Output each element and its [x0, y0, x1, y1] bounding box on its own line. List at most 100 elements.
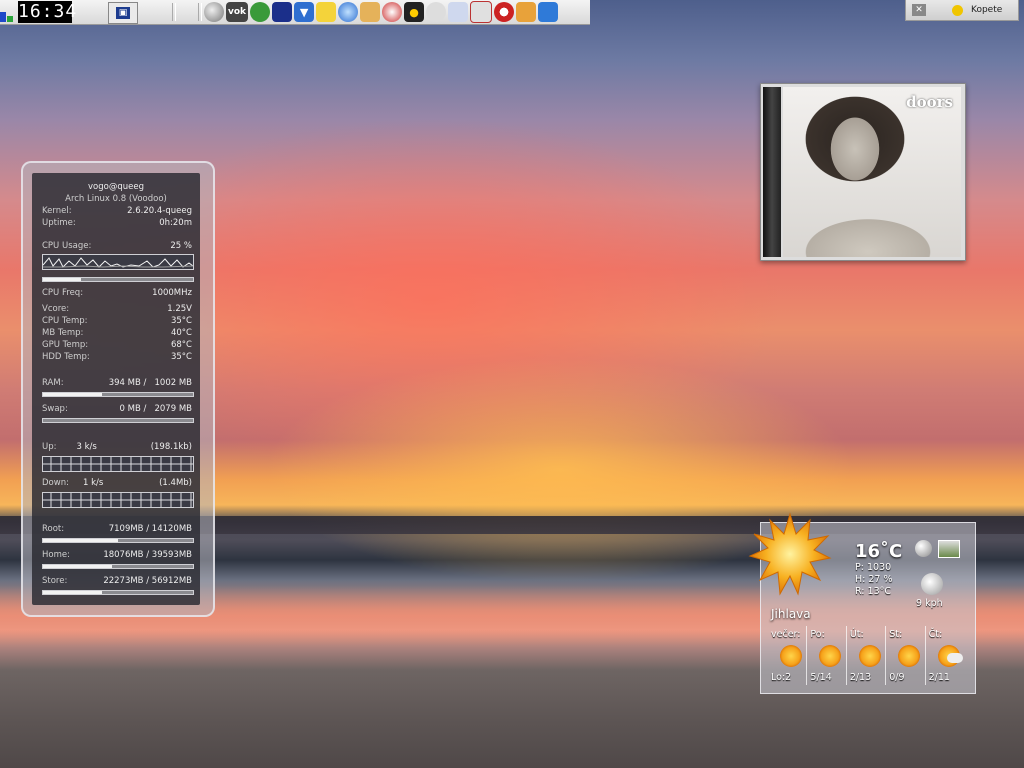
cpu-usage-bar	[42, 277, 194, 282]
chat-bubbles-icon[interactable]	[250, 2, 271, 22]
net-up-rate: 3 k/s	[76, 442, 97, 452]
mail-icon[interactable]	[448, 2, 469, 22]
speech-bubble-icon[interactable]	[426, 2, 447, 22]
moon-icon[interactable]	[204, 2, 224, 22]
kernel-label: Kernel:	[42, 206, 72, 216]
swap-value: 0 MB / 2079 MB	[119, 404, 192, 414]
forecast-day: Čt: 2/11	[924, 626, 964, 685]
forecast-temp: 2/11	[928, 672, 950, 683]
disk-row-store: Store: 22273MB / 56912MB	[42, 576, 192, 586]
linux-tux-icon[interactable]: ●	[404, 2, 425, 22]
net-up-label: Up:	[42, 442, 57, 452]
cpu-usage-fill	[43, 278, 81, 281]
ram-value: 394 MB / 1002 MB	[108, 378, 192, 388]
album-art: doors	[783, 87, 961, 257]
clock[interactable]: 16:34	[18, 1, 76, 23]
vok-icon[interactable]: vok	[226, 2, 249, 22]
vok-label: vok	[228, 7, 247, 17]
forecast-day: Út: 2/13	[845, 626, 885, 685]
task-button[interactable]: ▣	[108, 2, 138, 24]
window-icon: ▣	[116, 7, 130, 19]
disk-label: Root:	[42, 524, 65, 534]
disk-bar-store	[42, 590, 194, 595]
sensor-label: CPU Temp:	[42, 316, 88, 326]
desktop-pager[interactable]	[0, 4, 14, 22]
forecast-day-label: večer:	[771, 629, 801, 640]
net-down-total: (1.4Mb)	[159, 478, 192, 488]
kopete-applet[interactable]: ✕ Kopete	[905, 0, 1019, 21]
realfeel: R: 13°C	[855, 586, 892, 597]
system-monitor-panel: vogo@queeg Arch Linux 0.8 (Voodoo) Kerne…	[32, 173, 200, 605]
lifebuoy-icon[interactable]	[494, 2, 515, 22]
disk-value: 18076MB / 39593MB	[103, 550, 192, 560]
kopete-label: Kopete	[971, 5, 1003, 15]
sun-icon	[858, 645, 881, 667]
sensor-value: 40°C	[170, 328, 192, 338]
keys-icon[interactable]	[360, 2, 381, 22]
disk-label: Store:	[42, 576, 68, 586]
sticky-note-icon[interactable]	[316, 2, 337, 22]
coffee-mug-icon[interactable]	[272, 2, 293, 22]
download-arrow-icon[interactable]: ▼	[294, 2, 315, 22]
sensor-row: GPU Temp: 68°C	[42, 340, 192, 350]
cpu-usage-label: CPU Usage:	[42, 241, 92, 251]
city-name: Jihlava	[771, 607, 811, 621]
band-logo: doors	[906, 93, 953, 111]
forecast-temp: 2/13	[849, 672, 872, 683]
sensor-label: GPU Temp:	[42, 340, 89, 350]
kopete-status-icon	[952, 4, 963, 16]
taskbar-separator	[198, 3, 202, 21]
taskbar: 16:34 ▣ vok ▼ ●	[0, 0, 590, 25]
sensor-label: MB Temp:	[42, 328, 84, 338]
cpu-freq-label: CPU Freq:	[42, 288, 84, 298]
forecast-temp: 0/9	[889, 672, 905, 683]
sun-icon	[748, 512, 832, 596]
quick-launch: vok ▼ ●	[204, 1, 559, 23]
ram-label: RAM:	[42, 378, 64, 388]
disk-label: Home:	[42, 550, 70, 560]
sensor-value: 68°C	[170, 340, 192, 350]
kernel-row: Kernel: 2.6.20.4-queeg	[42, 206, 192, 216]
uptime-value: 0h:20m	[159, 218, 192, 228]
uptime-label: Uptime:	[42, 218, 76, 228]
disk-value: 7109MB / 14120MB	[108, 524, 192, 534]
card-icon[interactable]	[470, 1, 493, 23]
disk-fill	[43, 539, 118, 542]
sensor-value: 35°C	[170, 352, 192, 362]
cpu-usage-graph	[42, 254, 194, 270]
humidity: H: 27 %	[855, 574, 893, 585]
pager-desktop-1[interactable]	[0, 12, 6, 22]
folder-icon[interactable]	[516, 2, 537, 22]
close-icon[interactable]: ✕	[912, 4, 926, 16]
forecast-day-label: Po:	[810, 629, 825, 640]
database-icon[interactable]	[538, 2, 559, 22]
distro: Arch Linux 0.8 (Voodoo)	[65, 194, 167, 204]
taskbar-separator	[172, 3, 176, 21]
disk-bar-root	[42, 538, 194, 543]
compass-icon[interactable]	[382, 2, 403, 22]
sensor-value: 1.25V	[167, 304, 192, 314]
ram-bar	[42, 392, 194, 397]
album-cover-widget[interactable]: doors	[760, 83, 966, 261]
globe-icon[interactable]	[915, 540, 932, 557]
wind-speed: 9 kph	[916, 598, 943, 609]
sensor-value: 35°C	[170, 316, 192, 326]
net-down-rate: 1 k/s	[82, 478, 104, 488]
net-down-row: Down: 1 k/s (1.4Mb)	[42, 478, 192, 488]
forecast-day: večer: Lo:2	[768, 626, 806, 685]
forecast-strip: večer: Lo:2 Po: 5/14 Út: 2/13 St: 0/9 Čt…	[768, 626, 964, 685]
blue-orb-icon[interactable]	[338, 2, 359, 22]
disk-row-home: Home: 18076MB / 39593MB	[42, 550, 192, 560]
cpu-usage-value: 25 %	[170, 241, 192, 251]
uptime-row: Uptime: 0h:20m	[42, 218, 192, 228]
net-down-label: Down:	[42, 478, 69, 488]
sun-icon	[780, 645, 802, 667]
pager-desktop-2[interactable]	[7, 16, 13, 22]
sensor-label: Vcore:	[42, 304, 70, 314]
disk-value: 22273MB / 56912MB	[103, 576, 192, 586]
ram-fill	[43, 393, 102, 396]
forecast-day: Po: 5/14	[806, 626, 845, 685]
radar-image-icon[interactable]	[938, 540, 960, 558]
sun-icon	[898, 645, 921, 667]
cpu-freq-row: CPU Freq: 1000MHz	[42, 288, 192, 298]
